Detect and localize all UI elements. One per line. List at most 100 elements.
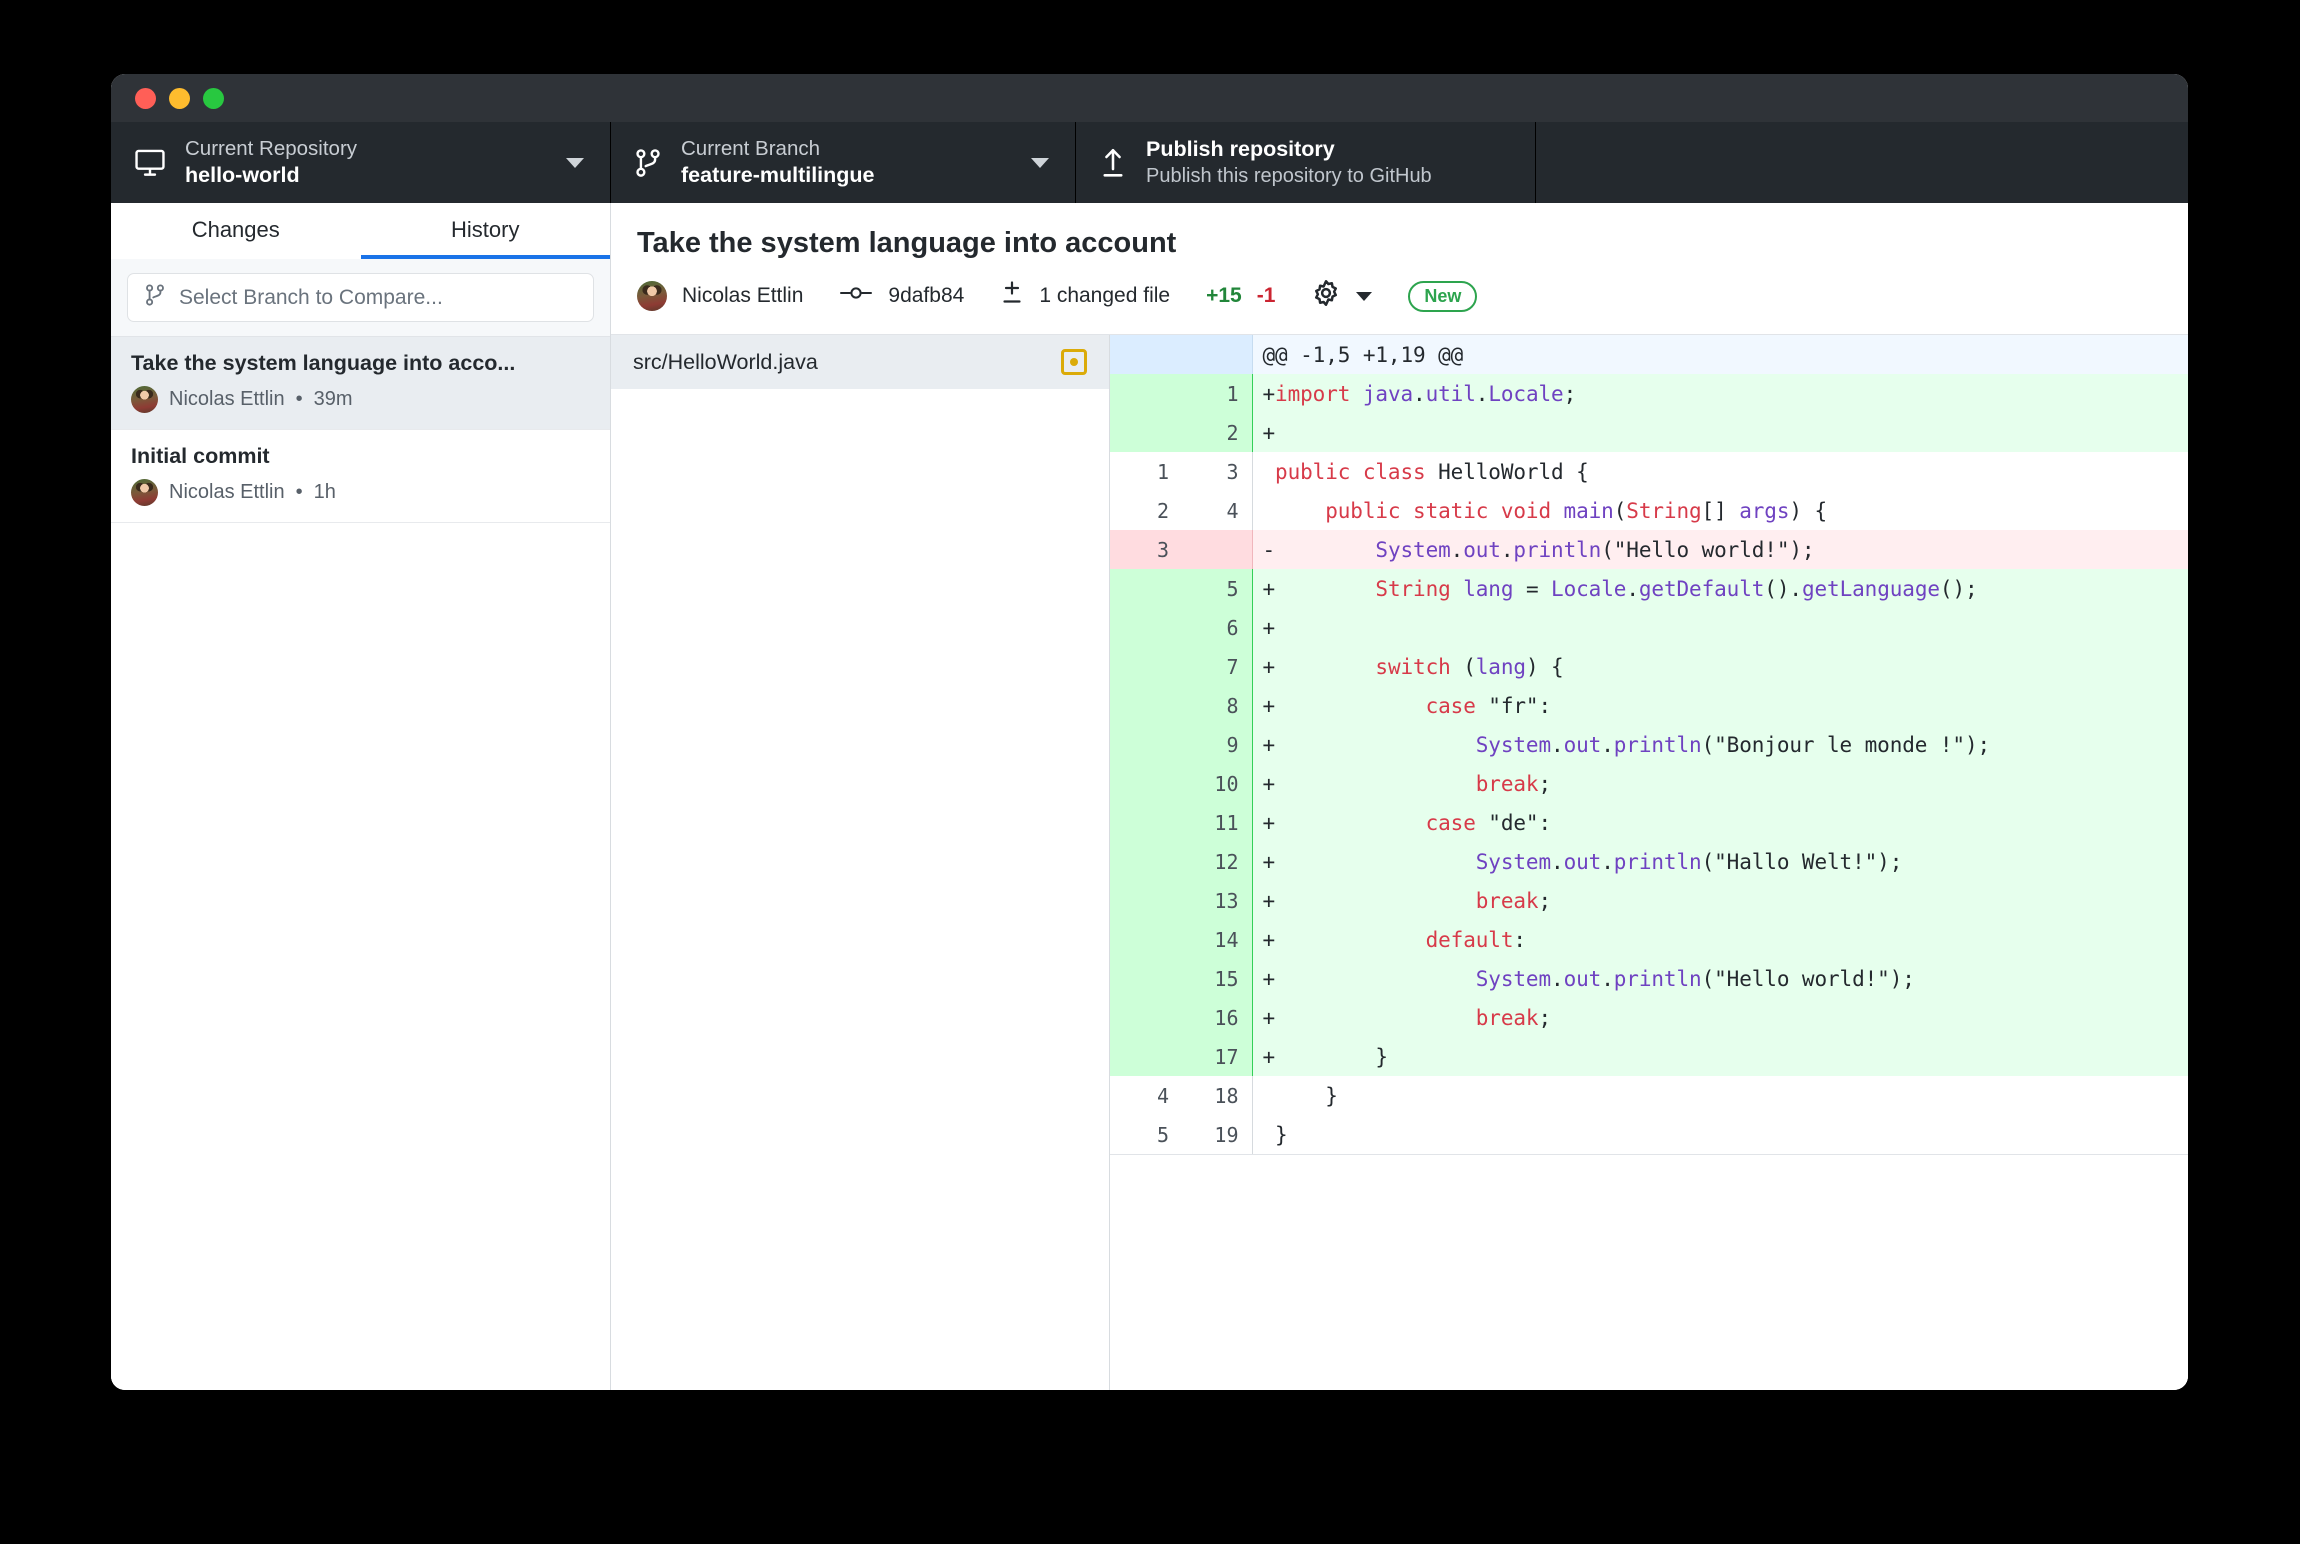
diff-old-line-number: 1: [1110, 452, 1182, 491]
current-branch-value: feature-multilingue: [681, 162, 875, 187]
code-token: System: [1475, 732, 1552, 757]
diff-old-line-number: [1110, 413, 1182, 452]
code-token: ) {: [1525, 654, 1564, 679]
diff-line-add: 1 +import java.util.Locale;: [1110, 374, 2188, 413]
diff-marker: [1263, 499, 1276, 523]
publish-title: Publish repository: [1146, 136, 1335, 161]
diff-viewer[interactable]: @@ -1,5 +1,19 @@ 1 +import java.util.Local…: [1110, 335, 2188, 1390]
diff-line-ctx: 4 18 }: [1110, 1076, 2188, 1115]
minimize-window-button[interactable]: [169, 87, 190, 109]
avatar: [131, 386, 158, 413]
code-token: case: [1425, 810, 1489, 835]
diff-old-line-number: [1110, 335, 1182, 374]
code-token: Locale: [1488, 381, 1564, 406]
list-item[interactable]: Initial commit Nicolas Ettlin • 1h: [111, 430, 610, 523]
diff-code-line: + case "fr":: [1252, 686, 2188, 725]
sidebar-tabs: Changes History: [111, 203, 610, 259]
diff-line-add: 2 +: [1110, 413, 2188, 452]
code-token: "fr":: [1488, 693, 1552, 718]
code-token: break: [1475, 771, 1539, 796]
commit-author: Nicolas Ettlin: [682, 284, 804, 307]
list-item[interactable]: Take the system language into acco... Ni…: [111, 337, 610, 430]
code-token: .: [1475, 381, 1489, 406]
diff-code-line: + break;: [1252, 998, 2188, 1037]
diff-code-line: + System.out.println("Hallo Welt!");: [1252, 842, 2188, 881]
toolbar-empty-area: [1536, 122, 2188, 203]
diff-marker: +: [1262, 810, 1276, 835]
diff-new-line-number: 5: [1182, 569, 1253, 608]
gear-icon[interactable]: [1311, 278, 1341, 314]
chevron-down-icon: [1031, 157, 1049, 168]
code-token: HelloWorld {: [1438, 459, 1589, 484]
diff-code-line: + break;: [1252, 764, 2188, 803]
diff-line-add: 5 + String lang = Locale.getDefault().get…: [1110, 569, 2188, 608]
diff-code-line: - System.out.println("Hello world!");: [1252, 530, 2188, 569]
diff-line-add: 16 + break;: [1110, 998, 2188, 1037]
diff-marker: +: [1262, 888, 1276, 913]
diff-line-add: 7 + switch (lang) {: [1110, 647, 2188, 686]
close-window-button[interactable]: [135, 87, 156, 109]
commit-time: 39m: [313, 388, 353, 410]
toolbar: Current Repository hello-world Current B…: [111, 122, 2188, 203]
diff-old-line-number: [1110, 764, 1182, 803]
code-token: "de":: [1488, 810, 1552, 835]
diff-code-line: + case "de":: [1252, 803, 2188, 842]
diff-marker: +: [1262, 615, 1276, 640]
diff-new-line-number: [1182, 530, 1253, 569]
diff-marker: [1263, 1123, 1276, 1147]
current-repository-value: hello-world: [185, 162, 300, 187]
diff-new-line-number: 18: [1182, 1076, 1253, 1115]
tab-changes[interactable]: Changes: [111, 204, 361, 259]
diff-new-line-number: 4: [1182, 491, 1253, 530]
code-token: System: [1475, 849, 1552, 874]
current-repository-button[interactable]: Current Repository hello-world: [111, 122, 611, 203]
publish-repository-button[interactable]: Publish repository Publish this reposito…: [1076, 122, 1536, 203]
diff-line-hunk: @@ -1,5 +1,19 @@: [1110, 335, 2188, 374]
code-token: .: [1626, 576, 1639, 601]
chevron-down-icon[interactable]: [1356, 291, 1373, 301]
page-title: Take the system language into account: [637, 227, 1177, 259]
code-token: out: [1563, 732, 1602, 757]
current-branch-button[interactable]: Current Branch feature-multilingue: [611, 122, 1076, 203]
diff-code-line: + System.out.println("Hello world!");: [1252, 959, 2188, 998]
commit-author: Nicolas Ettlin: [169, 481, 285, 503]
diff-line-add: 11 + case "de":: [1110, 803, 2188, 842]
compare-branch-placeholder: Select Branch to Compare...: [179, 285, 443, 309]
commit-sha: 9dafb84: [888, 284, 965, 307]
avatar: [637, 281, 667, 311]
diff-table: @@ -1,5 +1,19 @@ 1 +import java.util.Local…: [1110, 335, 2188, 1154]
maximize-window-button[interactable]: [203, 87, 224, 109]
tab-history[interactable]: History: [360, 204, 610, 259]
diff-code-line: + System.out.println("Bonjour le monde !…: [1252, 725, 2188, 764]
diff-code-line: + String lang = Locale.getDefault().getL…: [1252, 569, 2188, 608]
diff-old-line-number: 4: [1110, 1076, 1182, 1115]
code-token: default: [1425, 927, 1514, 952]
list-item[interactable]: src/HelloWorld.java: [611, 335, 1109, 389]
diff-line-ctx: 5 19 }: [1110, 1115, 2188, 1154]
modified-status-icon: [1061, 349, 1087, 375]
diff-line-ctx: 24 public static void main(String[] args…: [1110, 491, 2188, 530]
diff-marker: [1263, 1084, 1276, 1108]
diff-code-line: + break;: [1252, 881, 2188, 920]
diff-new-line-number: 6: [1182, 608, 1253, 647]
code-token: }: [1275, 1083, 1338, 1108]
compare-branch-input[interactable]: Select Branch to Compare...: [127, 273, 594, 322]
diff-old-line-number: [1110, 959, 1182, 998]
commit-list[interactable]: Take the system language into acco... Ni…: [111, 337, 610, 1390]
diff-old-line-number: [1110, 803, 1182, 842]
code-token: ;: [1538, 771, 1552, 796]
commit-detail-pane: Take the system language into account Ni…: [611, 203, 2188, 1390]
diff-old-line-number: [1110, 842, 1182, 881]
code-token: out: [1563, 849, 1602, 874]
diff-old-line-number: [1110, 1037, 1182, 1076]
code-token: .: [1601, 966, 1614, 991]
code-token: println: [1513, 537, 1602, 562]
diff-code-line: }: [1252, 1076, 2188, 1115]
deletions-count: -1: [1256, 284, 1276, 307]
diff-bottom-divider: [1110, 1154, 2188, 1155]
